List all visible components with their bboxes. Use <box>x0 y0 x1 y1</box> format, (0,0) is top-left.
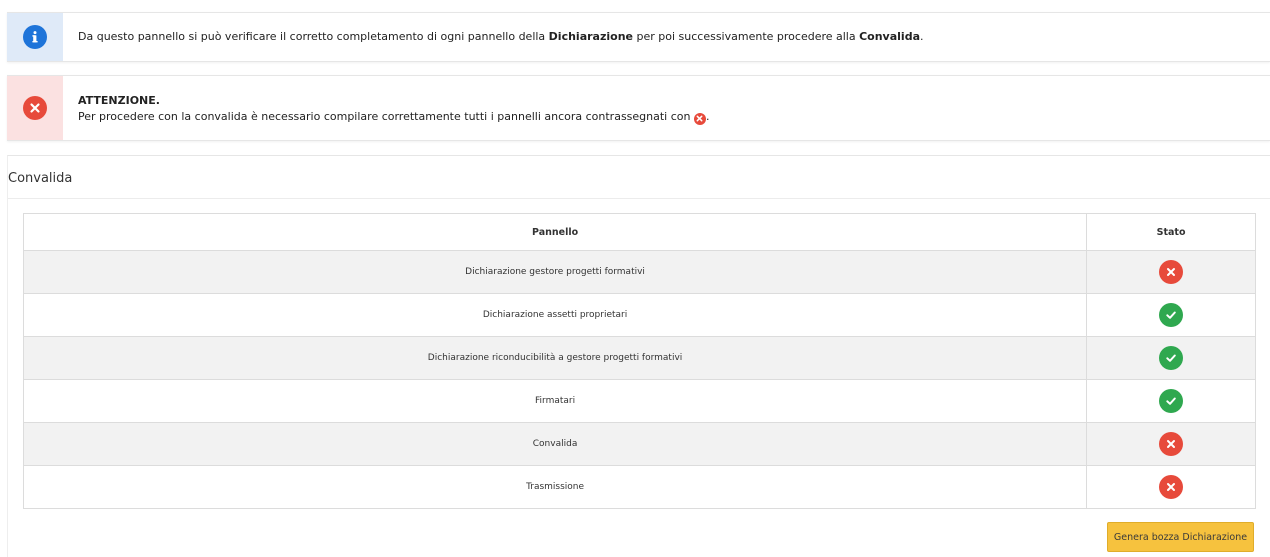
status-cell <box>1086 250 1256 294</box>
genera-bozza-button[interactable]: Genera bozza Dichiarazione <box>1107 522 1254 552</box>
error-x-icon <box>1159 475 1184 499</box>
convalida-panel: Convalida Pannello Stato Dichiarazione g… <box>7 155 1270 557</box>
table-row: Convalida <box>22 422 1256 466</box>
panel-name-cell: Convalida <box>22 422 1088 466</box>
info-icon <box>23 25 47 49</box>
validation-table: Pannello Stato Dichiarazione gestore pro… <box>22 213 1256 509</box>
info-alert-icon-area <box>7 13 63 61</box>
table-row: Firmatari <box>22 379 1256 423</box>
error-alert: ATTENZIONE. Per procedere con la convali… <box>7 75 1270 141</box>
error-alert-text: ATTENZIONE. Per procedere con la convali… <box>78 94 710 125</box>
error-x-icon <box>1159 432 1184 456</box>
panel-name-cell: Dichiarazione gestore progetti formativi <box>22 250 1088 294</box>
error-alert-message: Per procedere con la convalida è necessa… <box>78 110 694 123</box>
table-row: Dichiarazione assetti proprietari <box>22 293 1256 337</box>
error-alert-icon-area <box>7 76 63 140</box>
status-cell <box>1086 336 1256 380</box>
table-row: Dichiarazione riconducibilità a gestore … <box>22 336 1256 380</box>
status-cell <box>1086 465 1256 509</box>
table-header-row: Pannello Stato <box>22 213 1256 251</box>
column-header-pannello: Pannello <box>22 213 1088 251</box>
status-cell <box>1086 422 1256 466</box>
panel-title: Convalida <box>8 171 73 186</box>
status-cell <box>1086 379 1256 423</box>
status-cell <box>1086 293 1256 337</box>
error-x-icon <box>23 96 47 120</box>
panel-name-cell: Trasmissione <box>22 465 1088 509</box>
check-icon <box>1159 346 1184 370</box>
table-row: Trasmissione <box>22 465 1256 509</box>
table-row: Dichiarazione gestore progetti formativi <box>22 250 1256 294</box>
info-alert-text: Da questo pannello si può verificare il … <box>78 30 924 43</box>
check-icon <box>1159 303 1184 327</box>
error-alert-title: ATTENZIONE. <box>78 94 160 107</box>
panel-name-cell: Dichiarazione assetti proprietari <box>22 293 1088 337</box>
error-x-icon <box>1159 260 1184 284</box>
inline-error-x-icon <box>693 112 706 125</box>
panel-name-cell: Dichiarazione riconducibilità a gestore … <box>22 336 1088 380</box>
check-icon <box>1159 389 1184 413</box>
info-alert: Da questo pannello si può verificare il … <box>7 12 1270 62</box>
panel-name-cell: Firmatari <box>22 379 1088 423</box>
panel-header: Convalida <box>8 156 1270 199</box>
column-header-stato: Stato <box>1086 213 1256 251</box>
